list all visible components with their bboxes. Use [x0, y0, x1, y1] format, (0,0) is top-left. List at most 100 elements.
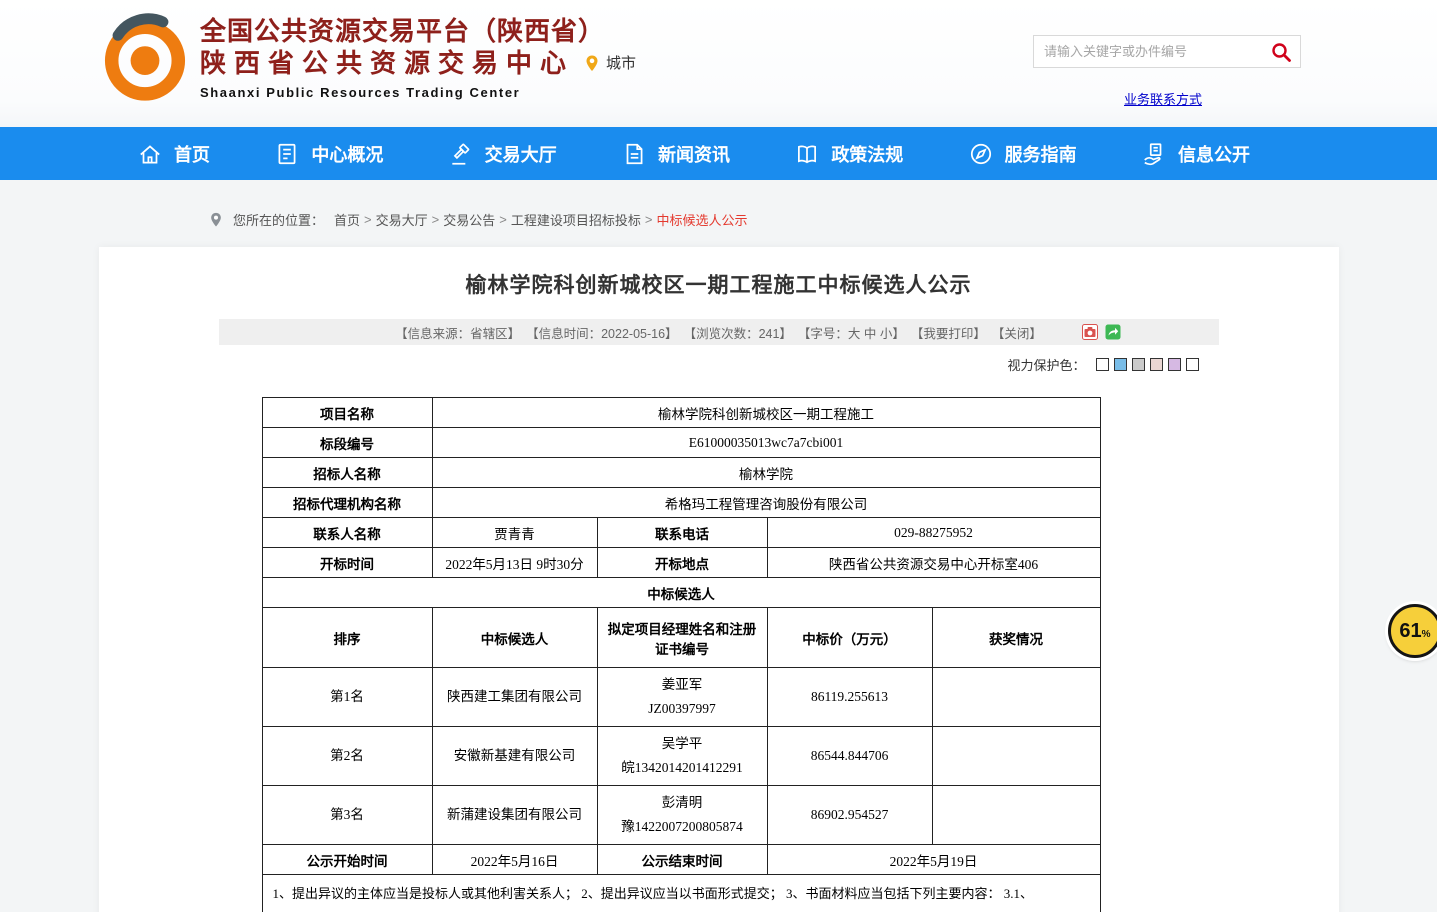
- candidate-rank: 第2名: [262, 727, 432, 786]
- section-code-row: 标段编号 E61000035013wc7a7cbi001: [262, 428, 1100, 458]
- nav-item-news[interactable]: 新闻资讯: [621, 141, 730, 167]
- agency-label: 招标代理机构名称: [262, 488, 432, 518]
- candidate-price: 86902.954527: [767, 786, 932, 845]
- breadcrumb-item-construction-bidding[interactable]: 工程建设项目招标投标: [511, 210, 641, 229]
- eye-color-swatch[interactable]: [1150, 358, 1163, 371]
- breadcrumb-separator: >: [432, 212, 440, 227]
- share-arrow-icon[interactable]: [1105, 324, 1121, 340]
- bid-info-table: 项目名称 榆林学院科创新城校区一期工程施工 标段编号 E61000035013w…: [262, 397, 1101, 912]
- opening-place-value: 陕西省公共资源交易中心开标室406: [767, 548, 1100, 578]
- candidate-award: [932, 786, 1100, 845]
- site-header: 全国公共资源交易平台（陕西省） 陕西省公共资源交易中心 Shaanxi Publ…: [0, 0, 1437, 127]
- candidate-price: 86544.844706: [767, 727, 932, 786]
- breadcrumb: 您所在的位置： 首页 > 交易大厅 > 交易公告 > 工程建设项目招标投标 > …: [0, 180, 1437, 247]
- contact-row: 联系人名称 贾青青 联系电话 029-88275952: [262, 518, 1100, 548]
- eye-color-swatch[interactable]: [1168, 358, 1181, 371]
- info-disclosure-icon: [1141, 141, 1167, 167]
- article-meta-bar: 【信息来源：省辖区】 【信息时间：2022-05-16】 【浏览次数：241】 …: [219, 319, 1219, 345]
- objection-note-row: 1、提出异议的主体应当是投标人或其他利害关系人； 2、提出异议应当以书面形式提交…: [262, 875, 1100, 912]
- candidate-manager-cell: 姜亚军 JZ00397997: [597, 668, 767, 727]
- site-title-line2: 陕西省公共资源交易中心: [200, 48, 605, 80]
- eye-color-swatch[interactable]: [1132, 358, 1145, 371]
- project-name-value: 榆林学院科创新城校区一期工程施工: [432, 398, 1100, 428]
- nav-item-overview[interactable]: 中心概况: [274, 141, 383, 167]
- project-name-row: 项目名称 榆林学院科创新城校区一期工程施工: [262, 398, 1100, 428]
- nav-label: 政策法规: [831, 141, 903, 167]
- candidate-award: [932, 668, 1100, 727]
- candidate-cert: 豫1422007200805874: [604, 815, 761, 839]
- breadcrumb-item-trading-hall[interactable]: 交易大厅: [376, 210, 428, 229]
- breadcrumb-prefix: 您所在的位置：: [233, 210, 324, 229]
- breadcrumb-separator: >: [364, 212, 372, 227]
- candidate-company: 新蒲建设集团有限公司: [432, 786, 597, 845]
- breadcrumb-item-announcements[interactable]: 交易公告: [443, 210, 495, 229]
- candidate-manager: 姜亚军: [604, 673, 761, 697]
- city-selector[interactable]: 城市: [584, 52, 636, 73]
- candidate-company: 安徽新基建有限公司: [432, 727, 597, 786]
- home-icon: [137, 141, 163, 167]
- reading-progress-badge: 61 %: [1388, 604, 1437, 658]
- content-card: 榆林学院科创新城校区一期工程施工中标候选人公示 【信息来源：省辖区】 【信息时间…: [99, 247, 1339, 912]
- candidate-row-3: 第3名 新蒲建设集团有限公司 彭清明 豫1422007200805874 869…: [262, 786, 1100, 845]
- eye-color-swatch[interactable]: [1186, 358, 1199, 371]
- nav-label: 中心概况: [311, 141, 383, 167]
- contact-name-label: 联系人名称: [262, 518, 432, 548]
- camera-icon[interactable]: [1082, 324, 1098, 340]
- project-name-label: 项目名称: [262, 398, 432, 428]
- opening-place-label: 开标地点: [597, 548, 767, 578]
- nav-item-trading-hall[interactable]: 交易大厅: [448, 141, 557, 167]
- nav-label: 交易大厅: [485, 141, 557, 167]
- search-input[interactable]: [1034, 36, 1262, 67]
- meta-close[interactable]: 【关闭】: [992, 323, 1042, 342]
- meta-print[interactable]: 【我要打印】: [911, 323, 986, 342]
- candidates-section-title: 中标候选人: [262, 578, 1100, 608]
- col-rank: 排序: [262, 608, 432, 668]
- nav-label: 首页: [174, 141, 210, 167]
- eye-protection-row: 视力保护色：: [219, 356, 1219, 372]
- contact-phone-label: 联系电话: [597, 518, 767, 548]
- business-contact-link[interactable]: 业务联系方式: [1124, 89, 1202, 108]
- contact-phone-value: 029-88275952: [767, 518, 1100, 548]
- objection-note: 1、提出异议的主体应当是投标人或其他利害关系人； 2、提出异议应当以书面形式提交…: [262, 875, 1100, 912]
- site-logo[interactable]: 全国公共资源交易平台（陕西省） 陕西省公共资源交易中心 Shaanxi Publ…: [100, 10, 605, 104]
- logo-text: 全国公共资源交易平台（陕西省） 陕西省公共资源交易中心 Shaanxi Publ…: [200, 10, 605, 100]
- publicity-start-value: 2022年5月16日: [432, 845, 597, 875]
- breadcrumb-item-home[interactable]: 首页: [334, 210, 360, 229]
- opening-time-value: 2022年5月13日 9时30分: [432, 548, 597, 578]
- breadcrumb-current: 中标候选人公示: [656, 210, 747, 229]
- candidate-rank: 第1名: [262, 668, 432, 727]
- candidate-rank: 第3名: [262, 786, 432, 845]
- candidate-company: 陕西建工集团有限公司: [432, 668, 597, 727]
- breadcrumb-separator: >: [499, 212, 507, 227]
- meta-source: 【信息来源：省辖区】: [395, 323, 520, 342]
- candidate-award: [932, 727, 1100, 786]
- candidates-section-row: 中标候选人: [262, 578, 1100, 608]
- progress-value: 61: [1399, 620, 1421, 643]
- candidates-header-row: 排序 中标候选人 拟定项目经理姓名和注册证书编号 中标价（万元） 获奖情况: [262, 608, 1100, 668]
- location-pin-icon: [584, 53, 600, 73]
- col-manager-cert: 拟定项目经理姓名和注册证书编号: [597, 608, 767, 668]
- tenderee-row: 招标人名称 榆林学院: [262, 458, 1100, 488]
- search-button[interactable]: [1262, 36, 1300, 67]
- nav-item-policy[interactable]: 政策法规: [794, 141, 903, 167]
- nav-item-service-guide[interactable]: 服务指南: [968, 141, 1077, 167]
- search-icon: [1270, 41, 1292, 63]
- nav-item-home[interactable]: 首页: [137, 141, 210, 167]
- nav-item-info-disclosure[interactable]: 信息公开: [1141, 141, 1250, 167]
- page-root: 全国公共资源交易平台（陕西省） 陕西省公共资源交易中心 Shaanxi Publ…: [0, 0, 1437, 912]
- meta-icons: [1082, 324, 1121, 340]
- nav-label: 服务指南: [1005, 141, 1077, 167]
- city-label: 城市: [606, 52, 636, 73]
- main-nav: 首页 中心概况 交易大厅: [0, 127, 1437, 180]
- candidate-manager: 彭清明: [604, 791, 761, 815]
- eye-protection-label: 视力保护色：: [1007, 355, 1085, 374]
- eye-color-swatch[interactable]: [1114, 358, 1127, 371]
- publicity-end-value: 2022年5月19日: [767, 845, 1100, 875]
- col-award: 获奖情况: [932, 608, 1100, 668]
- publicity-row: 公示开始时间 2022年5月16日 公示结束时间 2022年5月19日: [262, 845, 1100, 875]
- nav-label: 新闻资讯: [658, 141, 730, 167]
- meta-font-size[interactable]: 【字号：大 中 小】: [798, 323, 905, 342]
- eye-color-swatch[interactable]: [1096, 358, 1109, 371]
- news-icon: [621, 141, 647, 167]
- meta-views: 【浏览次数：241】: [684, 323, 792, 342]
